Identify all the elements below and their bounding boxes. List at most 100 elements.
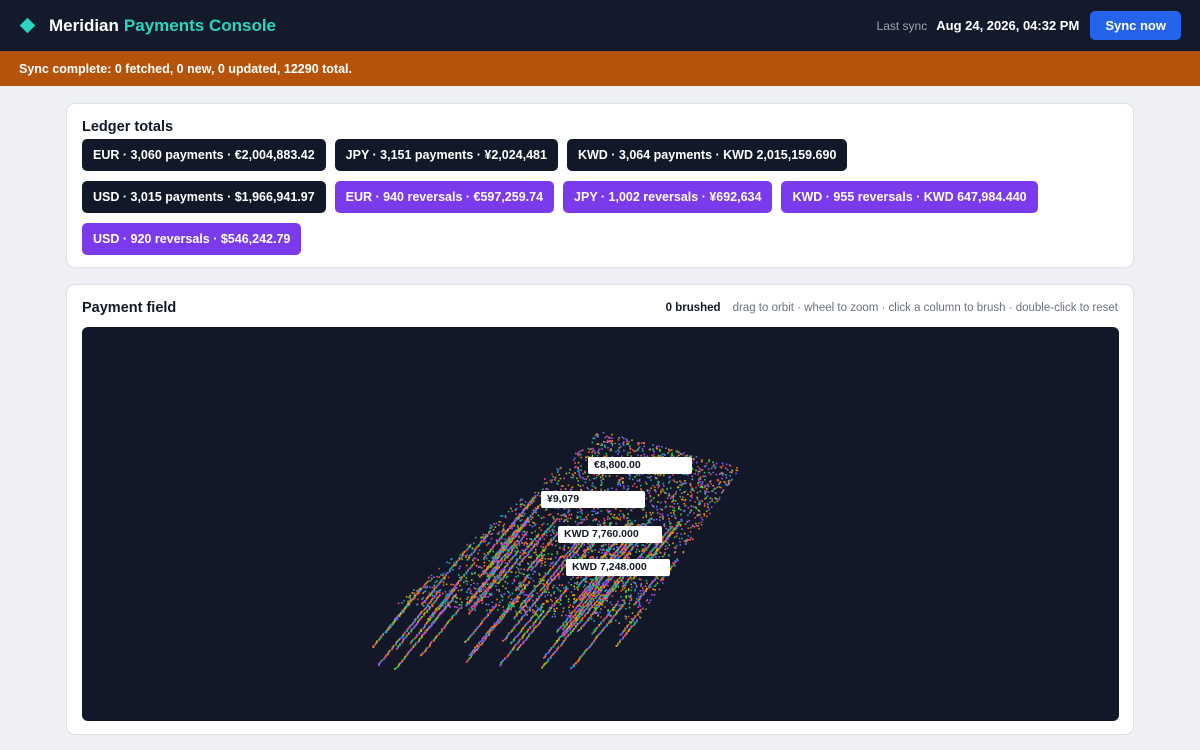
ledger-chip[interactable]: KWD · 955 reversals · KWD 647,984.440 bbox=[781, 181, 1038, 213]
field-point bbox=[599, 476, 602, 478]
field-point bbox=[661, 453, 664, 456]
field-point bbox=[487, 553, 490, 556]
field-point bbox=[587, 488, 589, 490]
field-point bbox=[543, 522, 545, 525]
field-point bbox=[442, 584, 445, 586]
field-point bbox=[706, 510, 708, 513]
field-point bbox=[678, 537, 681, 540]
ledger-chip[interactable]: EUR · 3,060 payments · €2,004,883.42 bbox=[82, 139, 326, 171]
field-point bbox=[530, 555, 532, 557]
payment-field-canvas[interactable]: €8,800.00 ¥9,079 KWD 7,760.000 KWD 7,248… bbox=[82, 327, 1119, 721]
field-point bbox=[555, 544, 557, 547]
field-point bbox=[665, 501, 667, 504]
field-point bbox=[568, 609, 570, 612]
field-point bbox=[615, 645, 618, 647]
field-point bbox=[649, 496, 652, 498]
ledger-chip[interactable]: USD · 920 reversals · $546,242.79 bbox=[82, 223, 302, 255]
field-point bbox=[470, 590, 472, 592]
field-point bbox=[638, 616, 641, 618]
field-point bbox=[590, 581, 593, 584]
field-point bbox=[446, 561, 448, 564]
field-point bbox=[690, 509, 693, 511]
field-point bbox=[691, 478, 693, 481]
field-point bbox=[626, 517, 628, 519]
field-point bbox=[636, 474, 638, 476]
field-point bbox=[387, 628, 390, 631]
field-point bbox=[498, 524, 500, 526]
field-point bbox=[468, 654, 471, 656]
field-point bbox=[634, 475, 636, 478]
field-point bbox=[656, 505, 658, 508]
payment-field-plot[interactable] bbox=[82, 327, 1119, 721]
ledger-chip[interactable]: JPY · 1,002 reversals · ¥692,634 bbox=[563, 181, 773, 213]
field-point bbox=[515, 571, 517, 574]
field-point bbox=[460, 601, 463, 603]
field-point bbox=[429, 593, 432, 596]
field-point bbox=[697, 482, 699, 484]
field-point bbox=[656, 508, 659, 511]
field-point bbox=[416, 641, 419, 644]
field-point bbox=[638, 550, 641, 553]
field-point bbox=[615, 450, 617, 453]
field-point bbox=[571, 666, 574, 669]
field-point bbox=[605, 543, 607, 546]
field-point bbox=[568, 510, 570, 512]
field-point bbox=[594, 451, 596, 453]
last-sync-label: Last sync bbox=[876, 18, 928, 33]
field-point bbox=[532, 500, 535, 503]
field-point bbox=[659, 508, 662, 510]
field-point bbox=[429, 625, 432, 628]
field-point bbox=[568, 606, 570, 609]
field-point bbox=[416, 603, 419, 605]
field-point bbox=[486, 572, 488, 575]
field-point bbox=[519, 519, 522, 522]
field-point bbox=[627, 513, 629, 515]
field-point bbox=[385, 631, 388, 633]
field-point bbox=[602, 431, 605, 434]
field-point bbox=[641, 550, 643, 552]
ledger-chip[interactable]: JPY · 3,151 payments · ¥2,024,481 bbox=[334, 139, 558, 171]
field-point bbox=[675, 490, 677, 493]
field-point bbox=[698, 500, 701, 502]
field-point bbox=[554, 476, 557, 479]
ledger-chip[interactable]: KWD · 3,064 payments · KWD 2,015,159.690 bbox=[566, 139, 848, 171]
field-point bbox=[521, 581, 524, 584]
field-point bbox=[706, 495, 709, 497]
field-point bbox=[537, 492, 540, 494]
field-point bbox=[437, 584, 440, 586]
field-point bbox=[649, 500, 652, 503]
field-point bbox=[531, 544, 533, 546]
field-point bbox=[520, 618, 522, 621]
field-point bbox=[621, 585, 624, 588]
field-point bbox=[628, 621, 631, 623]
sync-status-message: Sync complete: 0 fetched, 0 new, 0 updat… bbox=[19, 61, 352, 76]
field-point bbox=[552, 586, 554, 589]
field-point bbox=[424, 650, 426, 653]
field-point bbox=[649, 449, 651, 451]
field-point bbox=[724, 481, 726, 484]
field-point bbox=[423, 614, 425, 617]
payment-field-title: Payment field bbox=[82, 300, 177, 316]
field-point bbox=[498, 604, 500, 607]
ledger-chip[interactable]: USD · 3,015 payments · $1,966,941.97 bbox=[82, 181, 326, 213]
sync-now-button[interactable]: Sync now bbox=[1090, 11, 1181, 40]
field-point bbox=[453, 613, 456, 616]
field-point bbox=[454, 563, 457, 566]
field-point bbox=[534, 523, 537, 525]
field-point bbox=[583, 518, 585, 520]
field-point bbox=[679, 523, 682, 526]
ledger-chip[interactable]: EUR · 940 reversals · €597,259.74 bbox=[334, 181, 555, 213]
field-point bbox=[403, 599, 405, 602]
field-point bbox=[538, 572, 540, 575]
field-point bbox=[666, 497, 669, 500]
field-point bbox=[559, 571, 562, 573]
field-point bbox=[678, 454, 680, 457]
field-point bbox=[482, 533, 485, 536]
field-point bbox=[521, 572, 523, 575]
field-point bbox=[514, 523, 516, 525]
field-point bbox=[559, 644, 562, 647]
field-point bbox=[401, 641, 403, 644]
field-point bbox=[386, 653, 389, 656]
field-point bbox=[596, 451, 599, 454]
field-point bbox=[551, 553, 553, 556]
